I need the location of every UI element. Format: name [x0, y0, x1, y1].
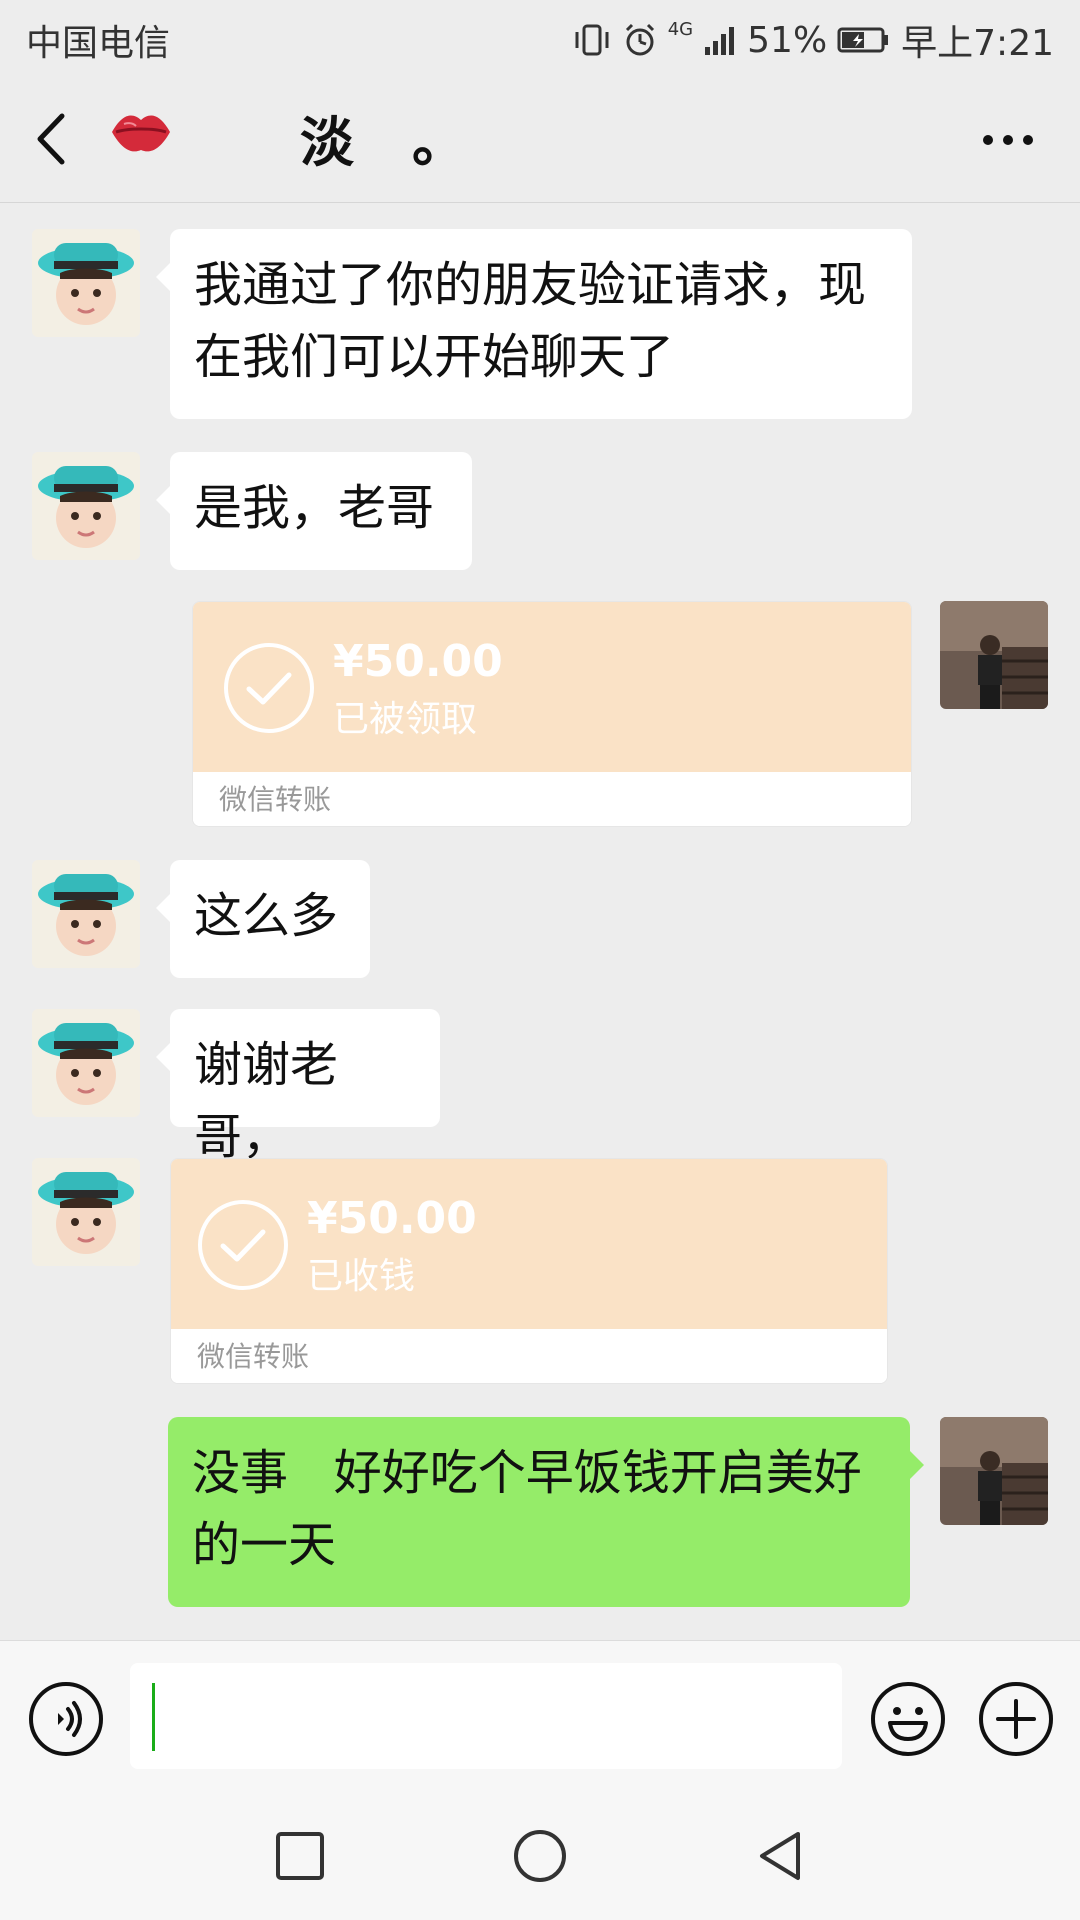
contact-avatar[interactable] [32, 1158, 140, 1266]
transfer-status: 已被领取 [333, 699, 478, 740]
message-text-line: 是我，老哥 [194, 480, 435, 536]
message-bubble-received[interactable]: 这么多 [156, 860, 370, 978]
back-button[interactable] [30, 104, 74, 174]
message-text-line: 我通过了你的朋友验证请求，现 [194, 257, 867, 313]
transfer-card-sent[interactable]: ¥50.00 已被领取 微信转账 [192, 601, 912, 827]
transfer-amount: ¥50.00 [333, 636, 503, 687]
transfer-amount: ¥50.00 [307, 1193, 477, 1244]
status-icons: 4G 51% 早上7:21 [572, 14, 1054, 66]
back-triangle-icon[interactable] [752, 1828, 808, 1884]
lips-icon [112, 115, 170, 152]
plus-icon[interactable] [978, 1681, 1054, 1757]
my-avatar[interactable] [940, 601, 1048, 709]
home-icon[interactable] [512, 1828, 568, 1884]
input-bar [0, 1640, 1080, 1785]
clock: 早上7:21 [901, 23, 1054, 64]
check-circle-icon [198, 1200, 288, 1290]
contact-avatar[interactable] [32, 860, 140, 968]
message-list[interactable]: 我通过了你的朋友验证请求，现 在我们可以开始聊天了 是我，老哥 ¥50.00 已… [0, 204, 1080, 1640]
chat-title: 淡 。 [300, 111, 468, 174]
recent-apps-icon[interactable] [272, 1828, 328, 1884]
status-bar: 中国电信 4G 51% 早上7:21 [0, 0, 1080, 76]
emoji-icon[interactable] [870, 1681, 946, 1757]
transfer-footer-label: 微信转账 [197, 1340, 310, 1373]
message-text-line: 在我们可以开始聊天了 [194, 329, 675, 385]
message-text-line: 这么多 [194, 888, 339, 944]
message-input[interactable] [130, 1663, 842, 1769]
my-avatar[interactable] [940, 1417, 1048, 1525]
carrier-label: 中国电信 [26, 23, 171, 64]
message-text-line: 的一天 [192, 1517, 337, 1573]
message-text-line: 谢谢老哥， [194, 1037, 339, 1165]
battery-icon [837, 27, 889, 53]
message-bubble-received[interactable]: 我通过了你的朋友验证请求，现 在我们可以开始聊天了 [156, 229, 912, 419]
more-dots-icon[interactable] [978, 110, 1038, 170]
message-bubble-received[interactable]: 是我，老哥 [156, 452, 472, 570]
contact-avatar[interactable] [32, 229, 140, 337]
message-text-line: 没事 好好吃个早饭钱开启美好 [192, 1445, 862, 1501]
contact-avatar[interactable] [32, 1009, 140, 1117]
vibrate-icon [575, 24, 609, 56]
battery-percent: 51% [747, 19, 828, 61]
chat-header: 淡 。 [0, 76, 1080, 203]
signal-icon [705, 27, 735, 55]
system-navigation-bar [0, 1784, 1080, 1920]
transfer-footer-label: 微信转账 [219, 783, 332, 816]
text-cursor [152, 1683, 155, 1751]
alarm-icon [625, 23, 654, 56]
voice-icon[interactable] [28, 1681, 104, 1757]
message-bubble-sent[interactable]: 没事 好好吃个早饭钱开启美好 的一天 [168, 1417, 924, 1607]
check-circle-icon [224, 643, 314, 733]
transfer-card-received[interactable]: ¥50.00 已收钱 微信转账 [170, 1158, 888, 1384]
network-type: 4G [667, 19, 694, 40]
contact-avatar[interactable] [32, 452, 140, 560]
message-bubble-received[interactable]: 谢谢老哥， [156, 1009, 440, 1165]
transfer-status: 已收钱 [307, 1256, 416, 1297]
